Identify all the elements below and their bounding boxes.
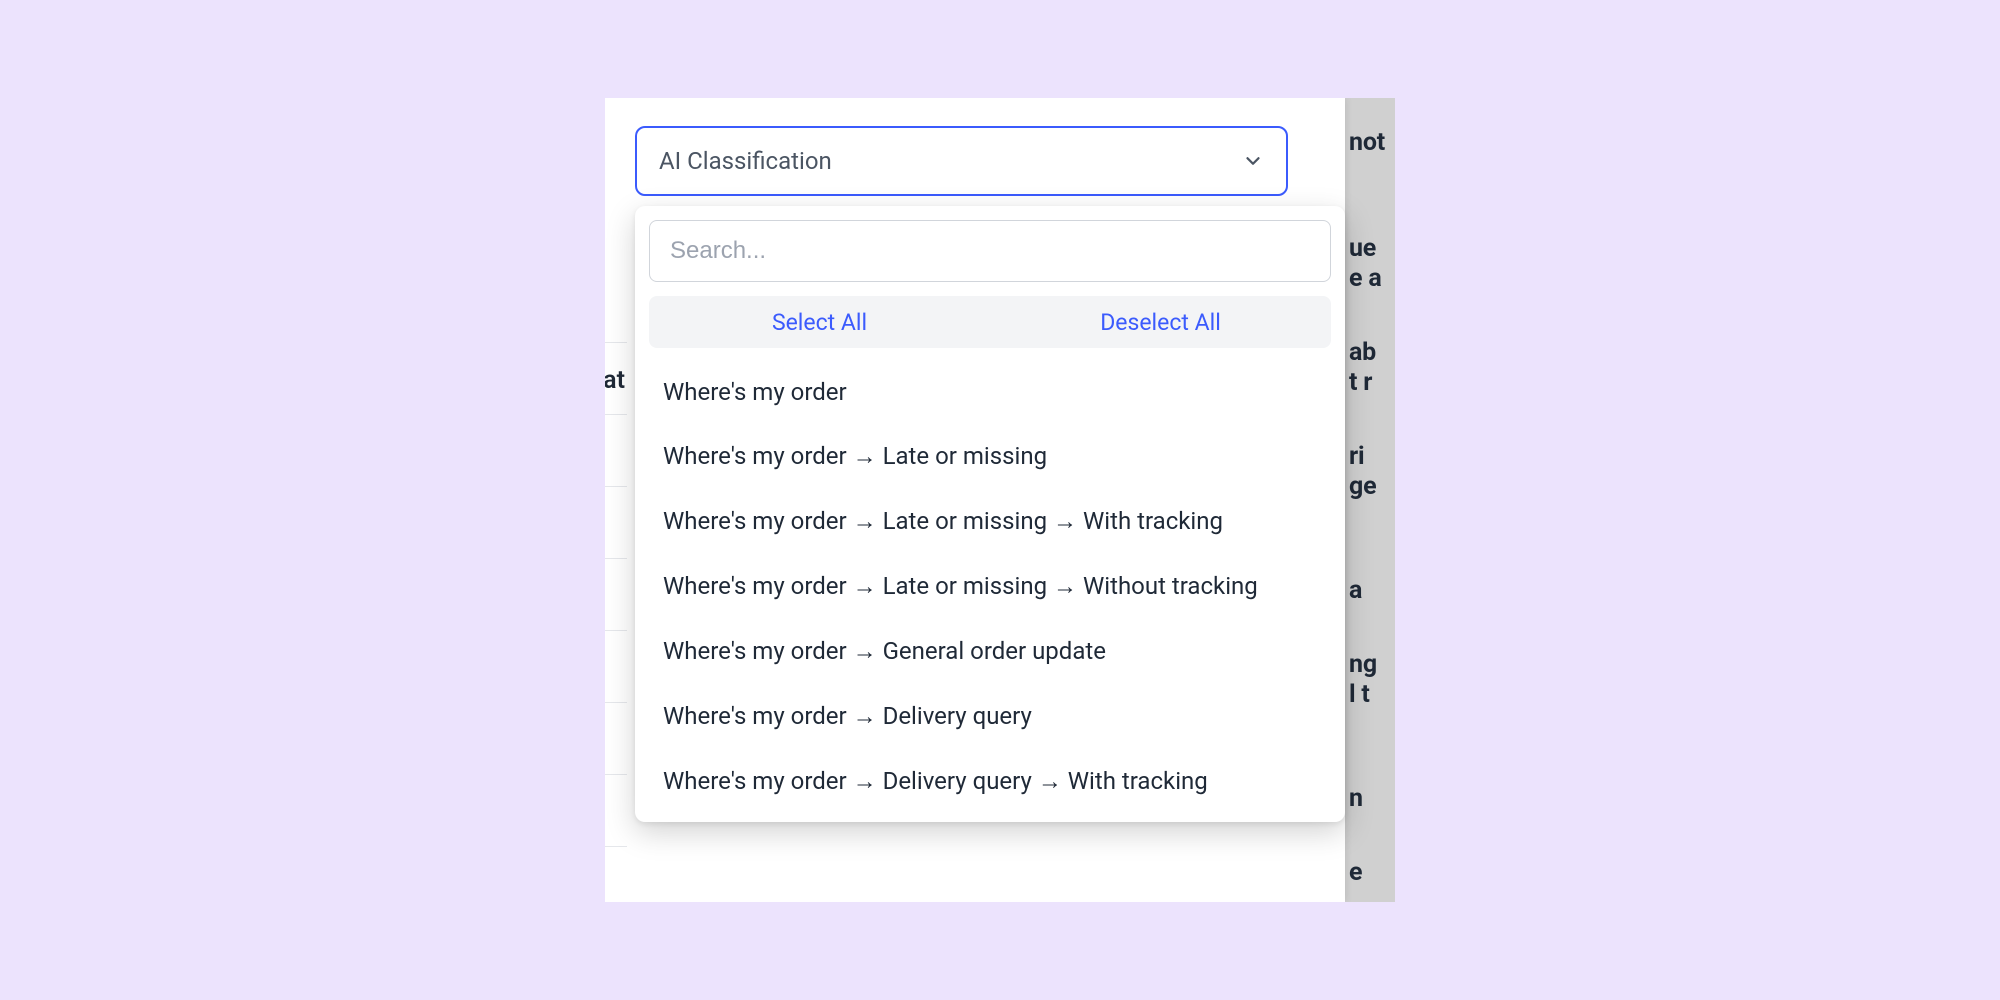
- background-row-divider: [605, 486, 627, 558]
- select-all-button[interactable]: Select All: [649, 296, 990, 348]
- classification-select[interactable]: AI Classification: [635, 126, 1288, 196]
- background-row-divider: [605, 630, 627, 702]
- deselect-all-button[interactable]: Deselect All: [990, 296, 1331, 348]
- background-label-fragment: at: [605, 366, 625, 395]
- background-text-fragment: e: [1349, 858, 1362, 887]
- background-right-fragments: not uee a abt r rige a ngl t n e: [1345, 98, 1395, 902]
- chevron-down-icon: [1242, 150, 1264, 172]
- background-text-fragment: ge: [1349, 472, 1376, 501]
- option-item[interactable]: Where's my order → Delivery query: [649, 684, 1331, 749]
- bulk-select-row: Select All Deselect All: [649, 296, 1331, 348]
- search-input[interactable]: [649, 220, 1331, 282]
- background-row-divider: [605, 846, 627, 902]
- options-list: Where's my orderWhere's my order → Late …: [649, 360, 1331, 814]
- background-text-fragment: l t: [1349, 680, 1370, 709]
- background-left-fragments: at: [605, 98, 627, 902]
- background-row-divider: [605, 342, 627, 414]
- background-row-divider: [605, 774, 627, 846]
- background-row-divider: [605, 414, 627, 486]
- background-row-divider: [605, 558, 627, 630]
- background-text-fragment: n: [1349, 784, 1363, 813]
- option-item[interactable]: Where's my order: [649, 360, 1331, 424]
- background-text-fragment: not: [1349, 128, 1385, 157]
- option-item[interactable]: Where's my order → Late or missing: [649, 424, 1331, 489]
- option-item[interactable]: Where's my order → Late or missing → Wit…: [649, 554, 1331, 619]
- background-text-fragment: t r: [1349, 368, 1372, 397]
- cropped-viewport: at not uee a abt r rige a ngl t n e AI Classifi…: [605, 98, 1395, 902]
- background-text-fragment: ue: [1349, 234, 1376, 263]
- option-item[interactable]: Where's my order → Late or missing → Wit…: [649, 489, 1331, 554]
- background-text-fragment: a: [1349, 576, 1362, 605]
- classification-select-label: AI Classification: [659, 147, 832, 175]
- classification-dropdown: Select All Deselect All Where's my order…: [635, 206, 1345, 822]
- background-row-divider: [605, 702, 627, 774]
- background-text-fragment: ri: [1349, 442, 1364, 471]
- option-item[interactable]: Where's my order → Delivery query → With…: [649, 749, 1331, 814]
- background-text-fragment: e a: [1349, 264, 1382, 293]
- background-text-fragment: ng: [1349, 650, 1377, 679]
- option-item[interactable]: Where's my order → General order update: [649, 619, 1331, 684]
- background-text-fragment: ab: [1349, 338, 1376, 367]
